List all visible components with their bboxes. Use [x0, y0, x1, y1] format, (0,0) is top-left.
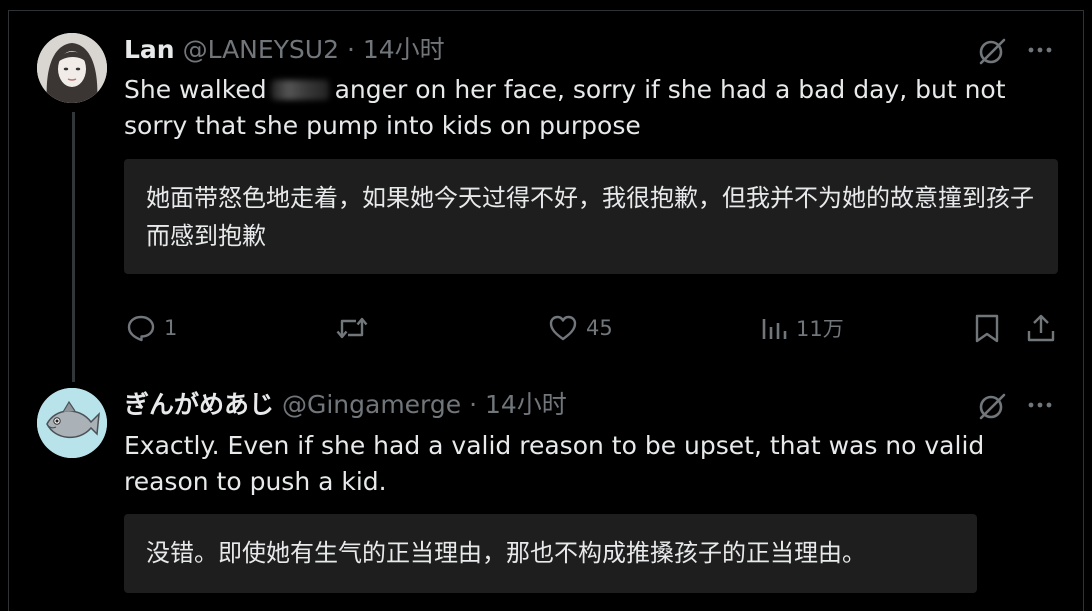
views-button[interactable]: 11万: [760, 313, 844, 343]
bookmark-icon: [975, 314, 999, 343]
heart-icon: [549, 315, 577, 341]
retweet-icon: [336, 317, 368, 339]
translation-text: 没错。即使她有生气的正当理由，那也不构成推搡孩子的正当理由。: [146, 539, 866, 567]
translation-box: 没错。即使她有生气的正当理由，那也不构成推搡孩子的正当理由。: [124, 514, 977, 593]
user-handle[interactable]: @Gingamerge: [282, 390, 461, 419]
grok-icon: [979, 393, 1006, 420]
thread-connector-line: [72, 112, 75, 382]
user-handle[interactable]: @LANEYSU2: [183, 35, 339, 64]
display-name[interactable]: Lan: [124, 35, 175, 64]
like-button[interactable]: 45: [548, 313, 613, 343]
tweet-header: ぎんがめあじ @Gingamerge · 14小时: [124, 390, 567, 420]
grok-button[interactable]: [977, 391, 1007, 421]
reply-icon: [127, 315, 155, 342]
timestamp[interactable]: 14小时: [363, 35, 445, 64]
bookmark-button[interactable]: [973, 313, 1001, 343]
share-icon: [1027, 314, 1055, 342]
translation-box: 她面带怒色地走着，如果她今天过得不好，我很抱歉，但我并不为她的故意撞到孩子而感到…: [124, 159, 1058, 274]
separator: ·: [339, 35, 363, 64]
grok-button[interactable]: [977, 36, 1007, 66]
avatar[interactable]: [37, 33, 107, 103]
redacted-text: [270, 80, 329, 100]
more-icon: [1028, 402, 1052, 408]
avatar[interactable]: [37, 388, 107, 458]
tweet-header: Lan @LANEYSU2 · 14小时: [124, 35, 445, 65]
reply-count: 1: [164, 316, 178, 340]
views-icon: [762, 319, 787, 339]
tweet-text-start: She walked: [124, 75, 267, 104]
avatar-image: [37, 388, 107, 458]
timestamp[interactable]: 14小时: [485, 390, 567, 419]
tweet-text: Exactly. Even if she had a valid reason …: [124, 431, 985, 496]
translation-text: 她面带怒色地走着，如果她今天过得不好，我很抱歉，但我并不为她的故意撞到孩子而感到…: [146, 184, 1034, 250]
like-count: 45: [586, 316, 613, 340]
avatar-image: [37, 33, 107, 103]
retweet-button[interactable]: [336, 313, 368, 343]
more-icon: [1028, 47, 1052, 53]
tweet-text: She walked anger on her face, sorry if sh…: [124, 72, 1064, 144]
view-count: 11万: [796, 317, 844, 341]
display-name[interactable]: ぎんがめあじ: [124, 390, 274, 419]
share-button[interactable]: [1026, 313, 1056, 343]
separator: ·: [461, 390, 485, 419]
more-options-button[interactable]: [1026, 391, 1054, 419]
reply-button[interactable]: 1: [126, 313, 177, 343]
more-options-button[interactable]: [1026, 36, 1054, 64]
grok-icon: [979, 38, 1006, 65]
